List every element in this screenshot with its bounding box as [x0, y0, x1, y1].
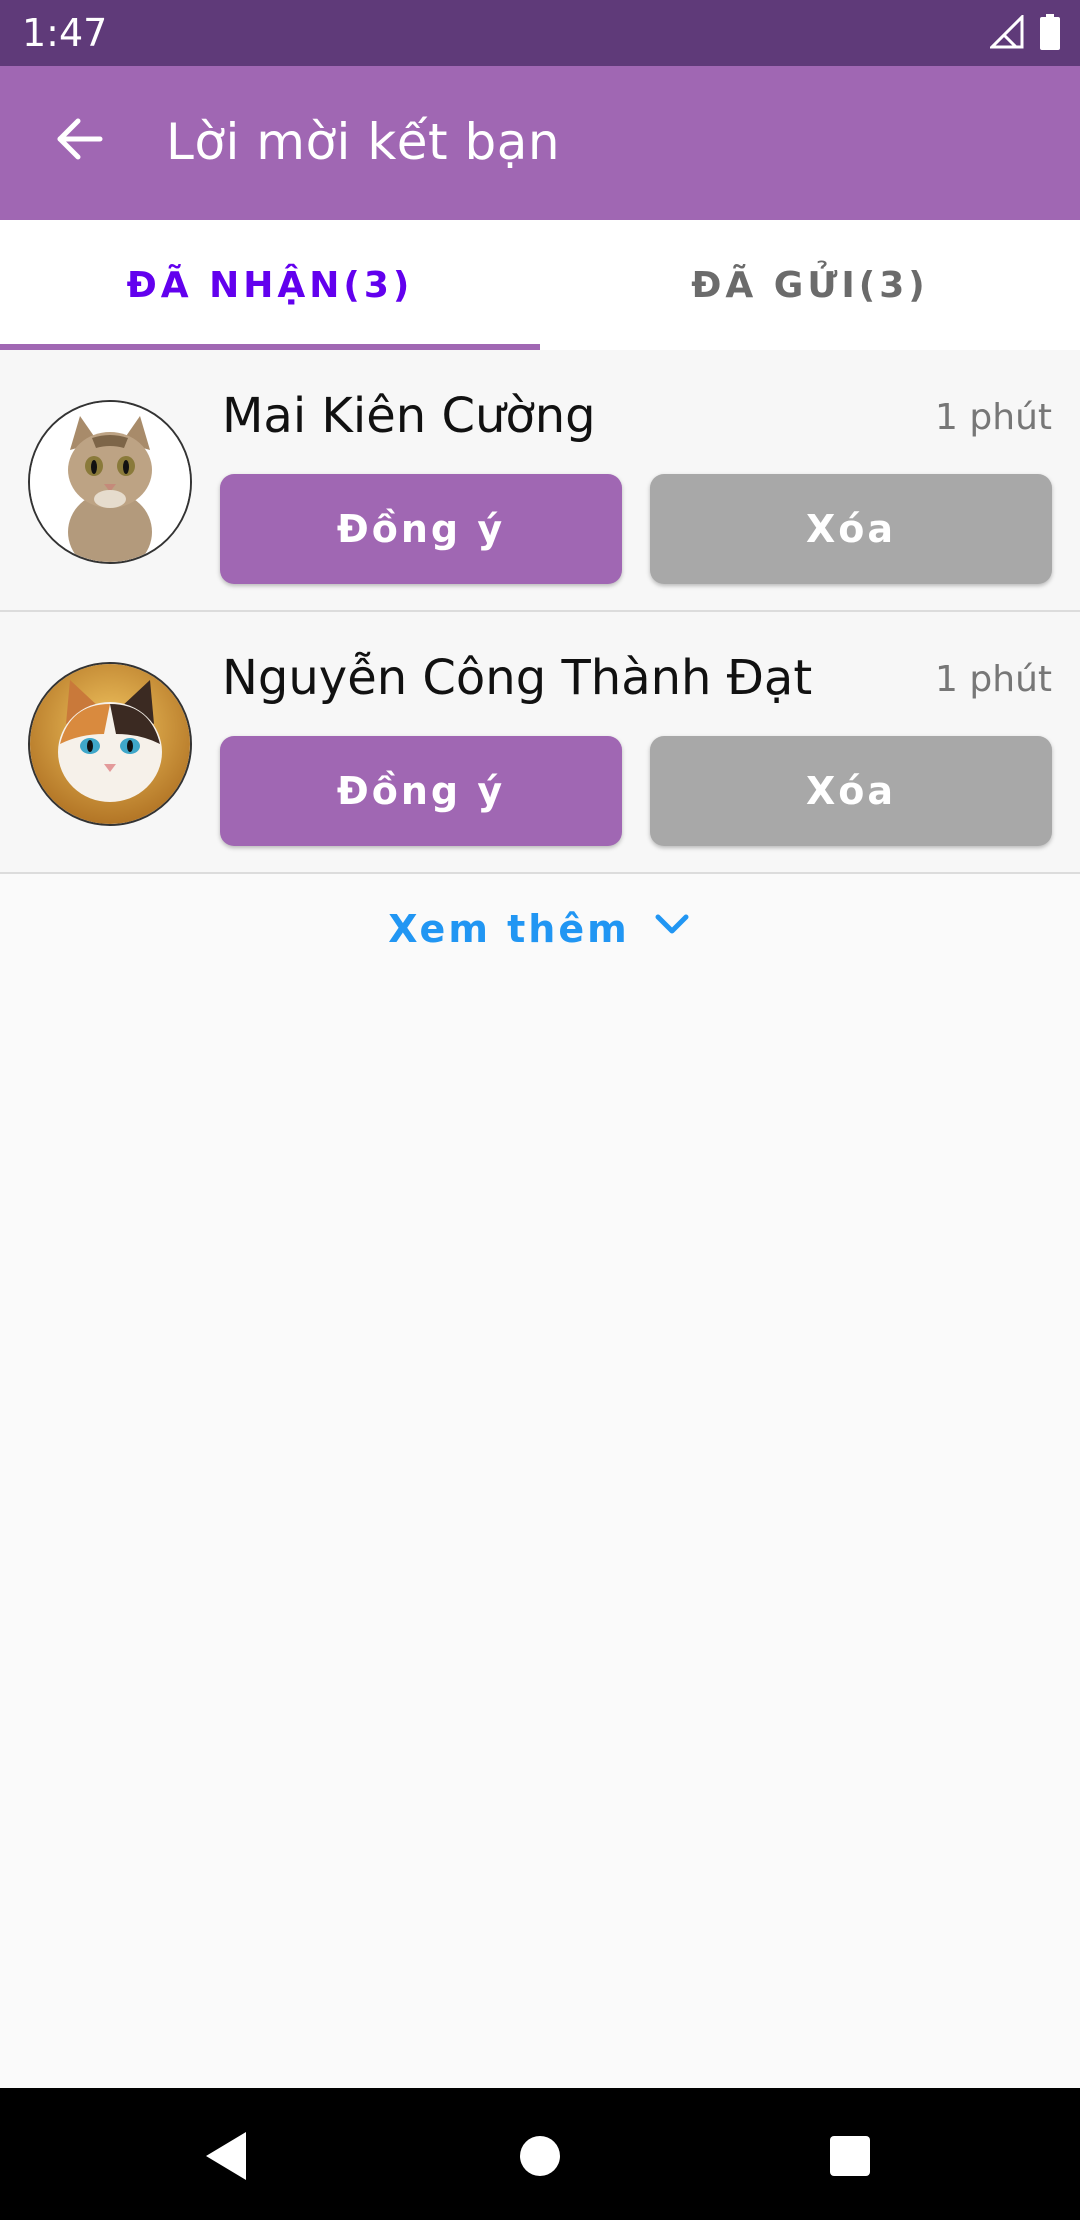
- see-more-button[interactable]: Xem thêm: [0, 884, 1080, 974]
- delete-button[interactable]: Xóa: [650, 736, 1052, 846]
- avatar[interactable]: [28, 400, 192, 564]
- status-icons: [988, 12, 1060, 55]
- nav-back-icon: [202, 2130, 250, 2187]
- page-title: Lời mời kết bạn: [166, 113, 561, 171]
- requester-name: Nguyễn Công Thành Đạt: [222, 650, 813, 706]
- battery-icon: [1040, 13, 1060, 55]
- see-more-label: Xem thêm: [388, 907, 630, 951]
- system-nav-bar: [0, 2088, 1080, 2220]
- request-time: 1 phút: [935, 659, 1052, 700]
- nav-home-icon: [518, 2134, 562, 2183]
- friend-request-list: Mai Kiên Cường 1 phút Đồng ý Xóa Nguyễn …: [0, 350, 1080, 874]
- request-time: 1 phút: [935, 397, 1052, 438]
- app-bar: Lời mời kết bạn: [0, 66, 1080, 220]
- list-item: Mai Kiên Cường 1 phút Đồng ý Xóa: [0, 350, 1080, 612]
- tab-sent[interactable]: ĐÃ GỬI(3): [540, 220, 1080, 350]
- list-item: Nguyễn Công Thành Đạt 1 phút Đồng ý Xóa: [0, 612, 1080, 874]
- avatar[interactable]: [28, 662, 192, 826]
- delete-button[interactable]: Xóa: [650, 474, 1052, 584]
- nav-home-button[interactable]: [500, 2118, 580, 2198]
- signal-icon: [988, 12, 1024, 54]
- accept-button[interactable]: Đồng ý: [220, 474, 622, 584]
- requester-name: Mai Kiên Cường: [222, 388, 596, 444]
- status-bar: 1:47: [0, 0, 1080, 66]
- status-time: 1:47: [22, 11, 108, 55]
- nav-back-button[interactable]: [186, 2118, 266, 2198]
- tab-received[interactable]: ĐÃ NHẬN(3): [0, 220, 540, 350]
- nav-recents-icon: [829, 2135, 871, 2182]
- nav-recents-button[interactable]: [810, 2118, 890, 2198]
- calico-cat-avatar: [30, 664, 190, 824]
- chevron-down-icon: [652, 905, 692, 954]
- accept-button[interactable]: Đồng ý: [220, 736, 622, 846]
- tabby-cat-avatar: [30, 402, 190, 562]
- arrow-back-icon: [54, 114, 104, 169]
- tab-bar: ĐÃ NHẬN(3) ĐÃ GỬI(3): [0, 220, 1080, 350]
- back-button[interactable]: [44, 106, 114, 176]
